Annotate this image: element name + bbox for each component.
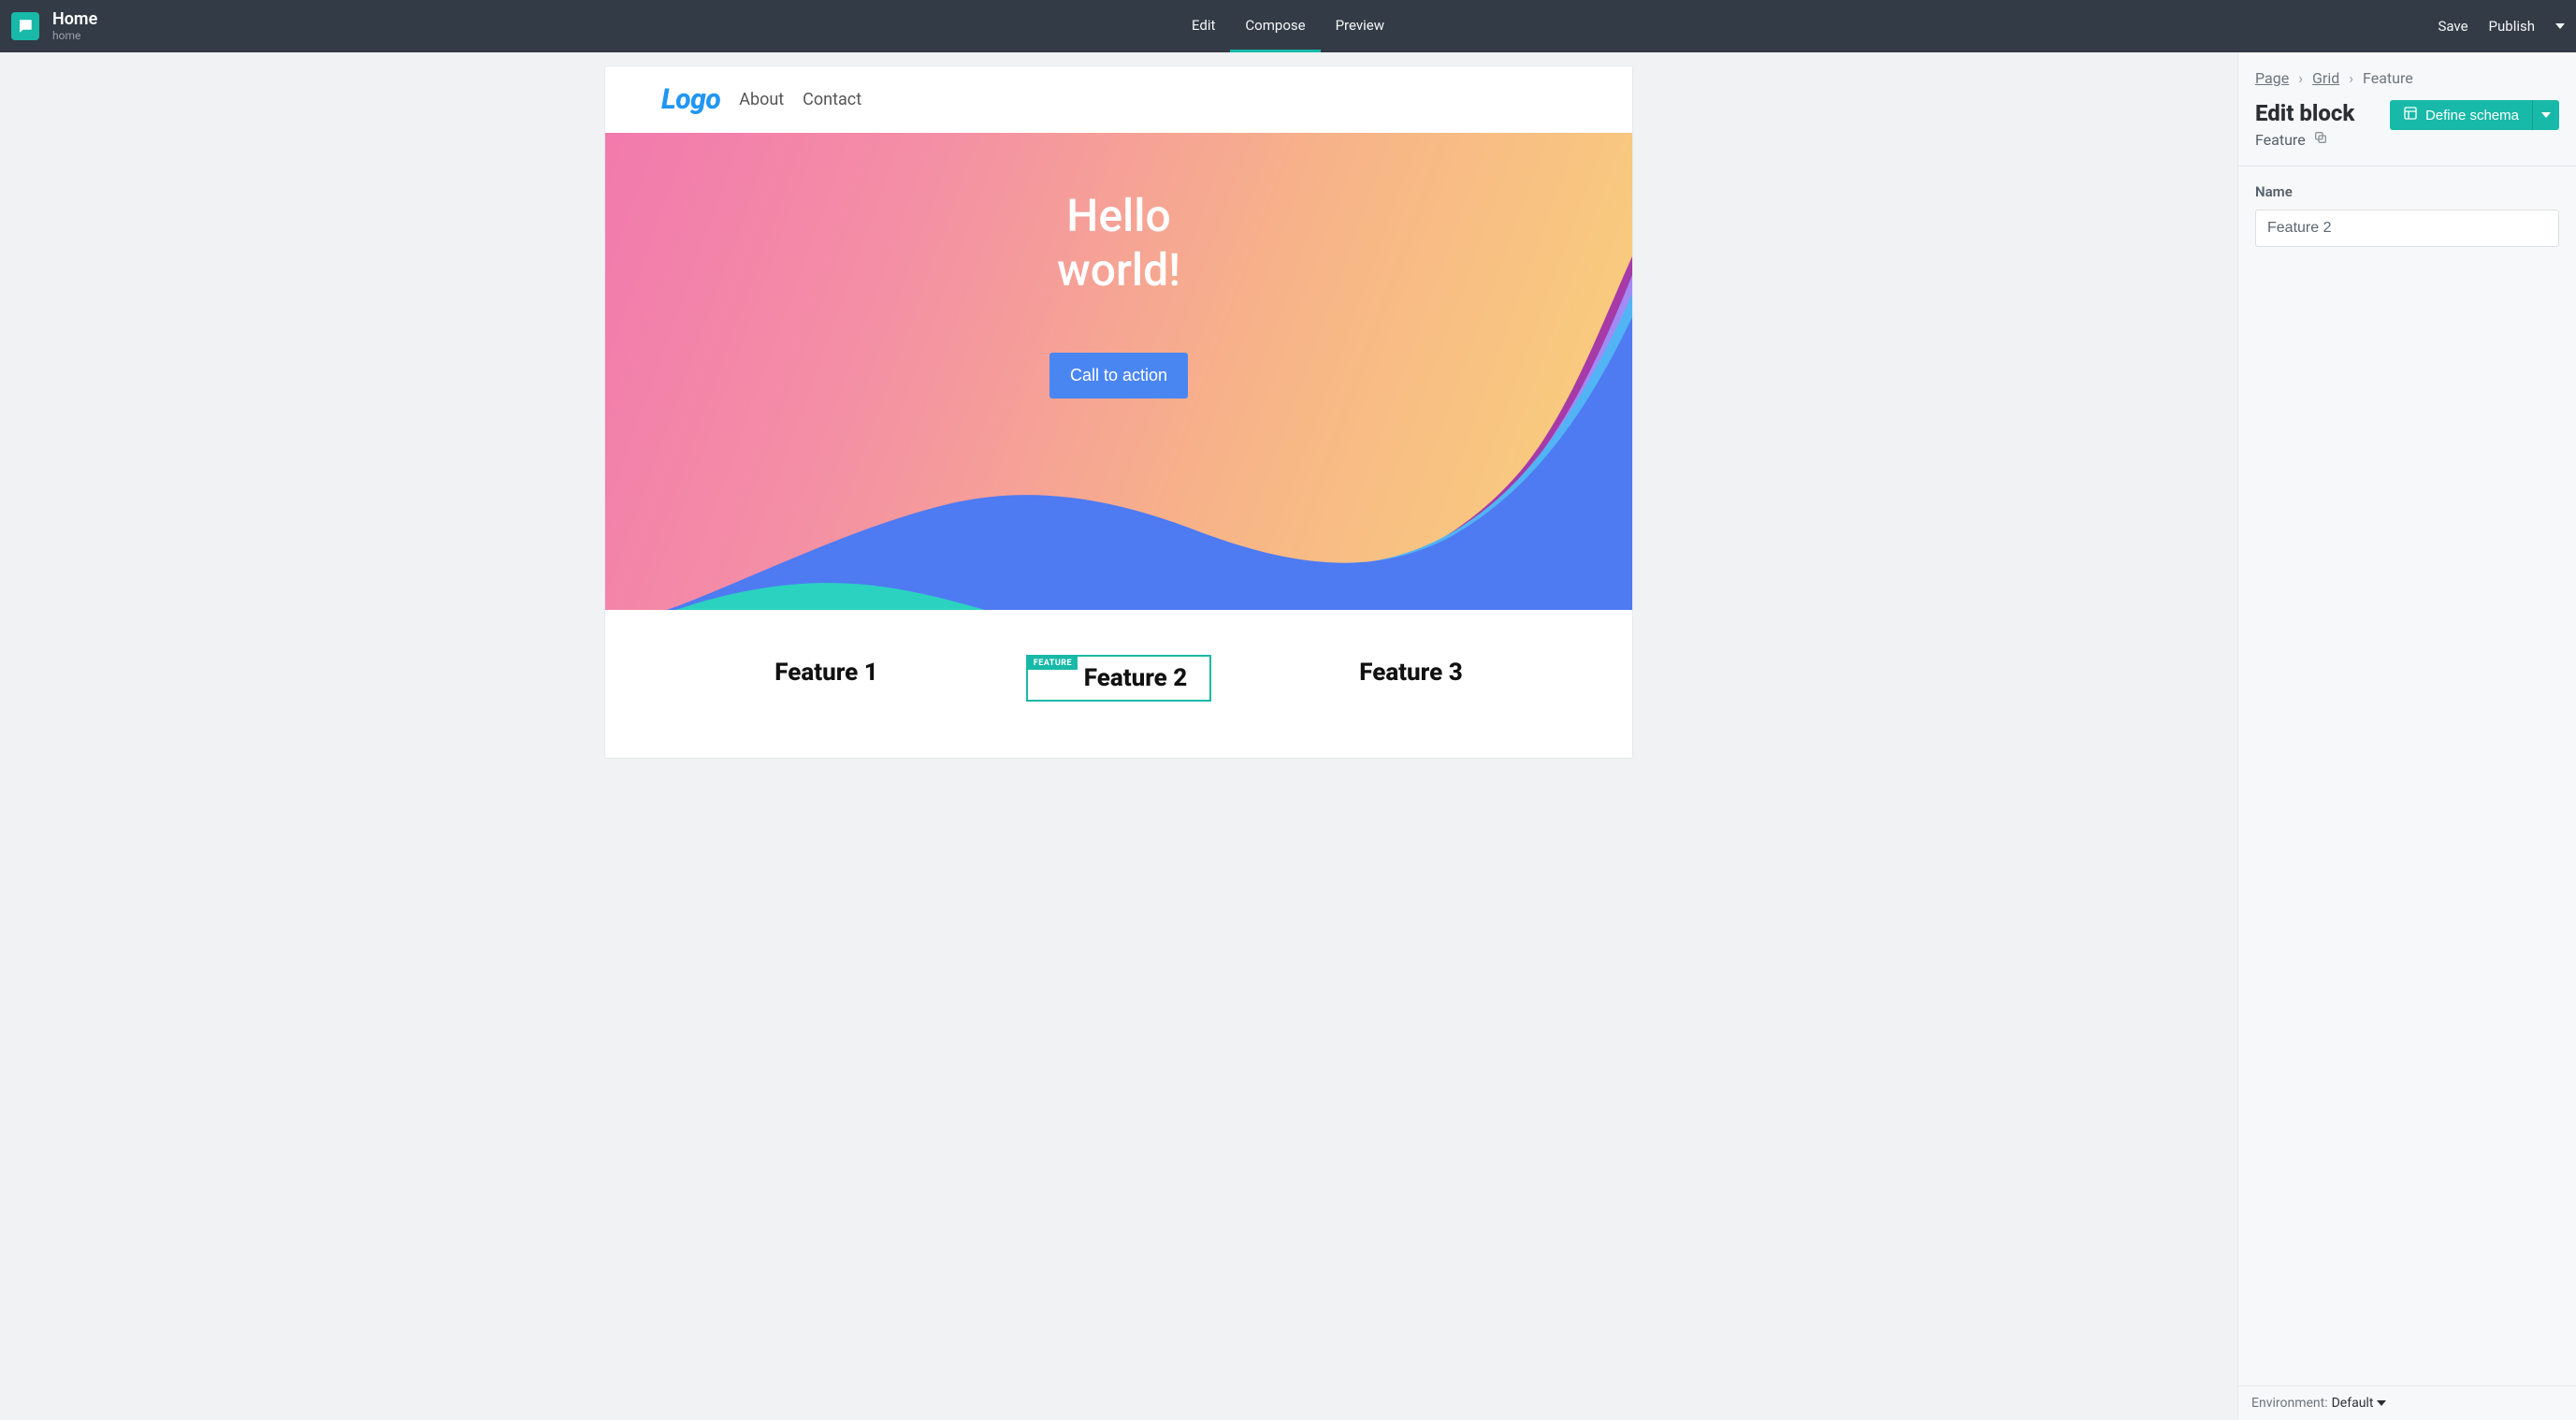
- site-nav: Logo About Contact: [605, 66, 1632, 133]
- name-field-input[interactable]: [2255, 210, 2559, 247]
- sidebar-divider: [2238, 166, 2576, 167]
- caret-down-icon: [2377, 1400, 2386, 1406]
- page-titles: Home home: [52, 10, 97, 43]
- topbar: Home home Edit Compose Preview Save Publ…: [0, 0, 2576, 52]
- nav-link-about[interactable]: About: [739, 90, 784, 109]
- publish-button[interactable]: Publish: [2489, 18, 2535, 35]
- site-logo[interactable]: Logo: [661, 83, 720, 116]
- hero-cta-button[interactable]: Call to action: [1049, 353, 1188, 398]
- feature-tag-label: FEATURE: [1028, 657, 1078, 670]
- feature-2-selected[interactable]: FEATURE Feature 2: [1026, 655, 1211, 702]
- page-title: Home: [52, 10, 97, 29]
- hero-title-line2[interactable]: world!: [605, 243, 1632, 297]
- tab-preview[interactable]: Preview: [1321, 0, 1399, 52]
- features-row: Feature 1 FEATURE Feature 2 Feature 3: [605, 610, 1632, 758]
- feature-1[interactable]: Feature 1: [767, 655, 885, 702]
- feature-2-label: Feature 2: [1084, 664, 1187, 692]
- save-button[interactable]: Save: [2438, 18, 2467, 35]
- chevron-right-icon: ›: [2298, 69, 2303, 87]
- edit-block-title: Edit block: [2255, 100, 2354, 126]
- page-slug: home: [52, 30, 97, 42]
- schema-icon: [2403, 106, 2418, 124]
- name-field-label: Name: [2255, 183, 2559, 200]
- tab-edit[interactable]: Edit: [1177, 0, 1230, 52]
- breadcrumb-current: Feature: [2363, 69, 2413, 87]
- nav-link-contact[interactable]: Contact: [803, 90, 861, 109]
- define-schema-label: Define schema: [2425, 108, 2519, 123]
- hero-title-line1[interactable]: Hello: [605, 189, 1632, 243]
- publish-dropdown-icon[interactable]: [2555, 23, 2565, 29]
- chevron-right-icon: ›: [2349, 69, 2353, 87]
- app-logo-icon[interactable]: [11, 12, 39, 40]
- page-canvas: Logo About Contact: [604, 65, 1633, 759]
- canvas-area[interactable]: Logo About Contact: [0, 52, 2237, 1420]
- environment-value: Default: [2332, 1396, 2374, 1411]
- hero-section[interactable]: Hello world! Call to action: [605, 133, 1632, 610]
- caret-down-icon: [2541, 112, 2551, 118]
- define-schema-button[interactable]: Define schema: [2390, 100, 2559, 130]
- environment-switcher[interactable]: Environment: Default: [2238, 1385, 2576, 1420]
- tab-compose[interactable]: Compose: [1230, 0, 1320, 52]
- edit-block-subtitle: Feature: [2255, 131, 2306, 149]
- feature-3[interactable]: Feature 3: [1352, 655, 1469, 702]
- breadcrumb-grid[interactable]: Grid: [2312, 69, 2339, 87]
- breadcrumb-page[interactable]: Page: [2255, 69, 2289, 87]
- environment-label: Environment:: [2251, 1396, 2328, 1411]
- copy-icon[interactable]: [2313, 130, 2328, 149]
- breadcrumb: Page › Grid › Feature: [2255, 69, 2559, 87]
- define-schema-dropdown[interactable]: [2533, 100, 2559, 130]
- top-tabs: Edit Compose Preview: [1177, 0, 1399, 52]
- right-sidebar: Page › Grid › Feature Edit block Feature: [2237, 52, 2576, 1420]
